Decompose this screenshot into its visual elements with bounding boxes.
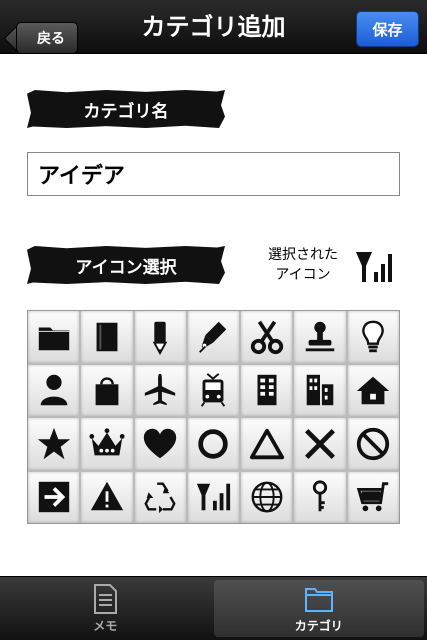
back-button-wrap[interactable]: 戻る xyxy=(8,11,78,54)
icon-cell[interactable] xyxy=(347,418,399,470)
icon-cell[interactable] xyxy=(187,311,240,363)
warning-icon xyxy=(90,482,124,511)
home-icon xyxy=(357,376,390,405)
icon-cell[interactable] xyxy=(28,364,80,416)
prohibited-icon xyxy=(357,427,390,460)
icon-cell[interactable] xyxy=(241,311,293,363)
icon-cell[interactable] xyxy=(294,311,346,363)
icon-cell[interactable] xyxy=(241,471,293,523)
selected-icon-preview xyxy=(354,248,394,284)
icon-cell[interactable] xyxy=(134,364,186,416)
shopping-bag-icon xyxy=(95,377,119,406)
book-icon xyxy=(96,322,118,351)
tab-category-label: カテゴリ xyxy=(294,619,343,633)
tab-bar: メモ カテゴリ xyxy=(0,576,427,640)
building-icon xyxy=(257,375,277,406)
icon-cell[interactable] xyxy=(28,311,80,363)
save-button[interactable]: 保存 xyxy=(356,11,419,47)
memo-icon xyxy=(94,584,118,614)
folder-icon xyxy=(38,327,69,351)
icon-cell[interactable] xyxy=(134,471,186,523)
icon-cell[interactable] xyxy=(81,418,133,470)
crown-icon xyxy=(89,428,125,456)
icon-cell[interactable] xyxy=(28,471,80,523)
signal-icon xyxy=(197,483,231,511)
train-icon xyxy=(201,373,226,407)
icon-cell[interactable] xyxy=(347,311,399,363)
icon-cell[interactable] xyxy=(294,418,346,470)
icon-select-heading: アイコン選択 xyxy=(27,246,225,284)
icon-cell[interactable] xyxy=(241,418,293,470)
tab-category[interactable]: カテゴリ xyxy=(213,580,424,637)
airplane-icon xyxy=(145,374,176,406)
icon-cell[interactable] xyxy=(347,364,399,416)
arrow-right-icon xyxy=(38,482,69,513)
selected-icon-label: 選択された アイコン xyxy=(258,245,348,285)
icon-cell[interactable] xyxy=(187,418,240,470)
triangle-icon xyxy=(249,428,284,459)
navigation-bar: 戻る カテゴリ追加 保存 xyxy=(0,0,427,54)
tab-memo-label: メモ xyxy=(93,619,118,633)
icon-cell[interactable] xyxy=(81,311,133,363)
icon-cell[interactable] xyxy=(134,418,186,470)
icon-cell[interactable] xyxy=(28,418,80,470)
cart-icon xyxy=(357,482,389,512)
category-name-field[interactable]: アイデア xyxy=(27,152,400,196)
category-name-heading: カテゴリ名 xyxy=(27,90,225,128)
icon-cell[interactable] xyxy=(187,364,240,416)
star-icon xyxy=(37,427,70,459)
circle-icon xyxy=(198,429,229,459)
icon-cell[interactable] xyxy=(294,471,346,523)
icon-grid xyxy=(27,310,400,524)
globe-icon xyxy=(251,481,283,513)
stamp-icon xyxy=(305,321,335,351)
back-button[interactable]: 戻る xyxy=(16,22,78,54)
icon-cell[interactable] xyxy=(347,471,399,523)
person-icon xyxy=(40,375,67,406)
icon-cell[interactable] xyxy=(294,364,346,416)
icon-cell[interactable] xyxy=(81,471,133,523)
cross-icon xyxy=(305,428,336,459)
heart-icon xyxy=(144,428,177,458)
icon-cell[interactable] xyxy=(241,364,293,416)
selected-label-line2: アイコン xyxy=(275,267,331,283)
scissors-icon xyxy=(250,320,283,354)
icon-cell[interactable] xyxy=(187,471,240,523)
key-icon xyxy=(312,480,328,512)
buildings-icon xyxy=(306,375,334,406)
icon-cell[interactable] xyxy=(81,364,133,416)
icon-cell[interactable] xyxy=(134,311,186,363)
recycle-icon xyxy=(144,482,176,514)
pen-nib-icon xyxy=(199,321,227,353)
pencil-icon xyxy=(152,321,168,355)
folder-icon xyxy=(304,588,333,612)
tab-memo[interactable]: メモ xyxy=(0,577,211,640)
selected-label-line1: 選択された xyxy=(268,247,338,263)
lightbulb-icon xyxy=(362,320,385,352)
signal-icon xyxy=(356,252,392,282)
